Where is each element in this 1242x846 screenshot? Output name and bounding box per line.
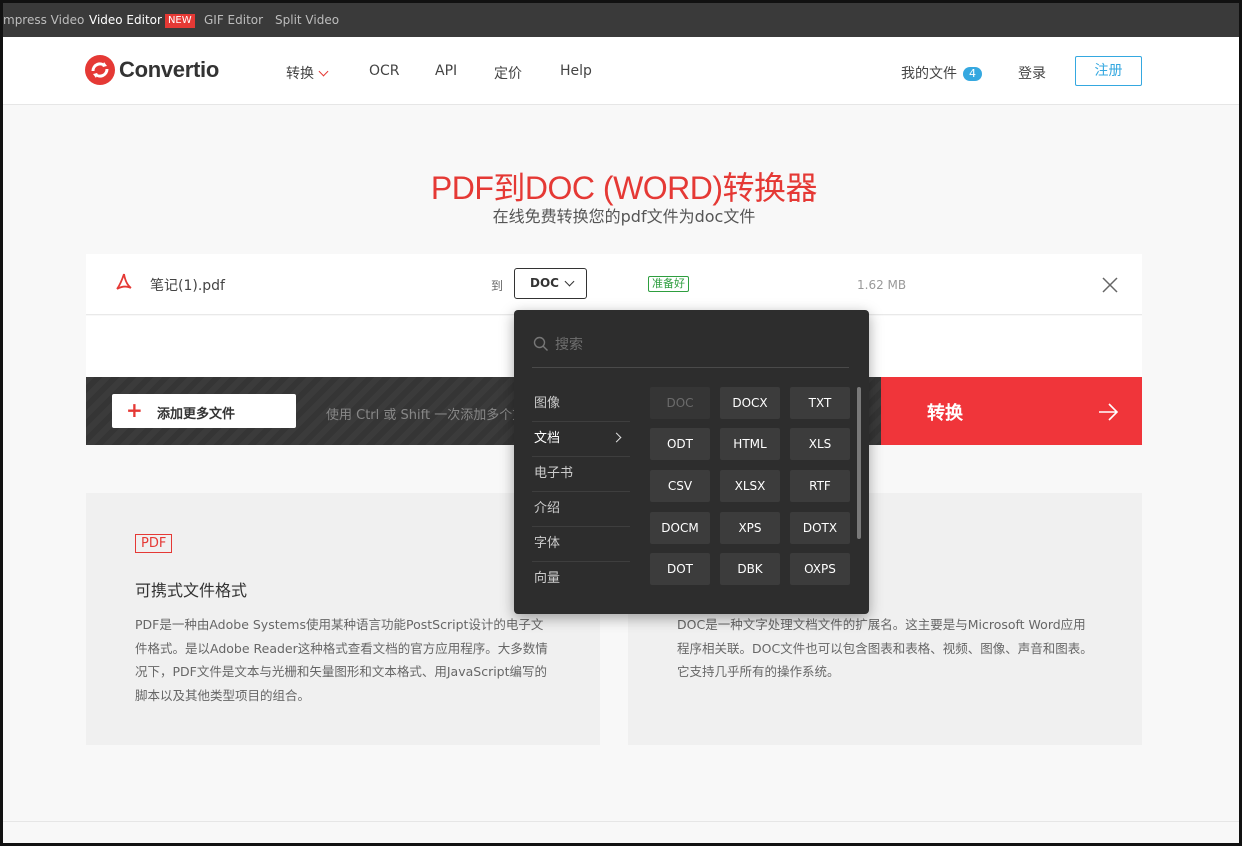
- topbar-link-compress-video[interactable]: mpress Video: [3, 13, 84, 27]
- chevron-down-icon: [318, 66, 329, 77]
- chevron-right-icon: [611, 432, 622, 443]
- nav-ocr[interactable]: OCR: [369, 63, 400, 79]
- plus-icon: +: [126, 398, 143, 422]
- format-card-title: 可携式文件格式: [135, 581, 248, 600]
- format-option-csv[interactable]: CSV: [650, 470, 710, 502]
- page-subtitle: 在线免费转换您的pdf文件为doc文件: [492, 207, 756, 226]
- my-files-link[interactable]: 我的文件 4: [901, 63, 982, 83]
- add-more-files-button[interactable]: + 添加更多文件: [112, 394, 296, 428]
- format-tag: PDF: [135, 534, 173, 553]
- divider: [3, 821, 1239, 822]
- nav-api[interactable]: API: [435, 63, 457, 79]
- login-link[interactable]: 登录: [1018, 63, 1046, 83]
- files-count-badge: 4: [963, 67, 982, 81]
- format-search-input[interactable]: [555, 333, 835, 357]
- to-label: 到: [491, 279, 504, 293]
- convert-button[interactable]: 转换: [881, 377, 1142, 445]
- site-header: Convertio 转换 OCR API 定价 Help 我的文件 4 登录 注册: [3, 37, 1239, 105]
- format-option-docx[interactable]: DOCX: [720, 387, 780, 419]
- category-document[interactable]: 文档: [532, 422, 630, 457]
- remove-file-close-icon[interactable]: [1101, 276, 1119, 294]
- category-label: 文档: [534, 431, 561, 446]
- chevron-down-icon: [564, 276, 575, 287]
- nav-pricing[interactable]: 定价: [494, 63, 522, 83]
- format-card-description: DOC是一种文字处理文档文件的扩展名。这主要是与Microsoft Word应用…: [677, 617, 1093, 679]
- category-vector[interactable]: 向量: [532, 562, 630, 597]
- new-badge: NEW: [164, 14, 195, 28]
- file-size: 1.62 MB: [857, 278, 907, 292]
- format-option-dbk[interactable]: DBK: [720, 553, 780, 585]
- file-name: 笔记(1).pdf: [150, 278, 225, 294]
- format-option-docm[interactable]: DOCM: [650, 512, 710, 544]
- format-dropdown: 图像 文档 电子书 介绍 字体 向量 DOC DOCX TXT ODT HTML…: [514, 310, 869, 614]
- topbar-link-gif-editor[interactable]: GIF Editor: [204, 13, 263, 27]
- category-font[interactable]: 字体: [532, 527, 630, 562]
- topbar-link-split-video[interactable]: Split Video: [275, 13, 339, 27]
- convertio-logo-icon: [85, 55, 115, 85]
- search-icon: [533, 336, 548, 351]
- format-search: [532, 330, 849, 368]
- category-presentation[interactable]: 介绍: [532, 492, 630, 527]
- logo[interactable]: Convertio: [85, 55, 219, 85]
- format-option-dot[interactable]: DOT: [650, 553, 710, 585]
- format-option-txt[interactable]: TXT: [790, 387, 850, 419]
- arrow-right-icon: [1099, 403, 1119, 421]
- add-more-files-label: 添加更多文件: [157, 407, 236, 422]
- category-ebook[interactable]: 电子书: [532, 457, 630, 492]
- nav-convert-label: 转换: [286, 66, 314, 82]
- category-list: 图像 文档 电子书 介绍 字体 向量: [532, 387, 630, 597]
- format-card-description: PDF是一种由Adobe Systems使用某种语言功能PostScript设计…: [135, 617, 548, 703]
- target-format-value: DOC: [530, 276, 559, 290]
- format-option-html[interactable]: HTML: [720, 428, 780, 460]
- multi-select-hint: 使用 Ctrl 或 Shift 一次添加多个文件: [326, 408, 516, 423]
- register-button[interactable]: 注册: [1075, 56, 1142, 86]
- format-option-oxps[interactable]: OXPS: [790, 553, 850, 585]
- format-option-odt[interactable]: ODT: [650, 428, 710, 460]
- format-option-xps[interactable]: XPS: [720, 512, 780, 544]
- browser-frame: mpress Video Video Editor NEW GIF Editor …: [0, 0, 1242, 846]
- topbar-link-label: Video Editor: [89, 13, 162, 27]
- topbar-link-video-editor[interactable]: Video Editor NEW: [89, 13, 195, 28]
- format-option-rtf[interactable]: RTF: [790, 470, 850, 502]
- format-option-xls[interactable]: XLS: [790, 428, 850, 460]
- status-badge: 准备好: [648, 276, 689, 292]
- top-utility-bar: mpress Video Video Editor NEW GIF Editor …: [3, 3, 1239, 37]
- my-files-label: 我的文件: [901, 66, 957, 82]
- logo-text: Convertio: [119, 57, 219, 82]
- nav-help[interactable]: Help: [560, 63, 592, 79]
- format-list-scrollbar[interactable]: [857, 387, 861, 539]
- target-format-select[interactable]: DOC: [514, 268, 587, 299]
- file-row: 笔记(1).pdf 到 DOC 准备好 1.62 MB: [86, 254, 1142, 315]
- category-image[interactable]: 图像: [532, 387, 630, 422]
- nav-convert[interactable]: 转换: [286, 63, 329, 83]
- format-option-xlsx[interactable]: XLSX: [720, 470, 780, 502]
- format-option-doc: DOC: [650, 387, 710, 419]
- format-option-dotx[interactable]: DOTX: [790, 512, 850, 544]
- pdf-file-icon: [116, 273, 132, 290]
- convert-button-label: 转换: [927, 403, 963, 424]
